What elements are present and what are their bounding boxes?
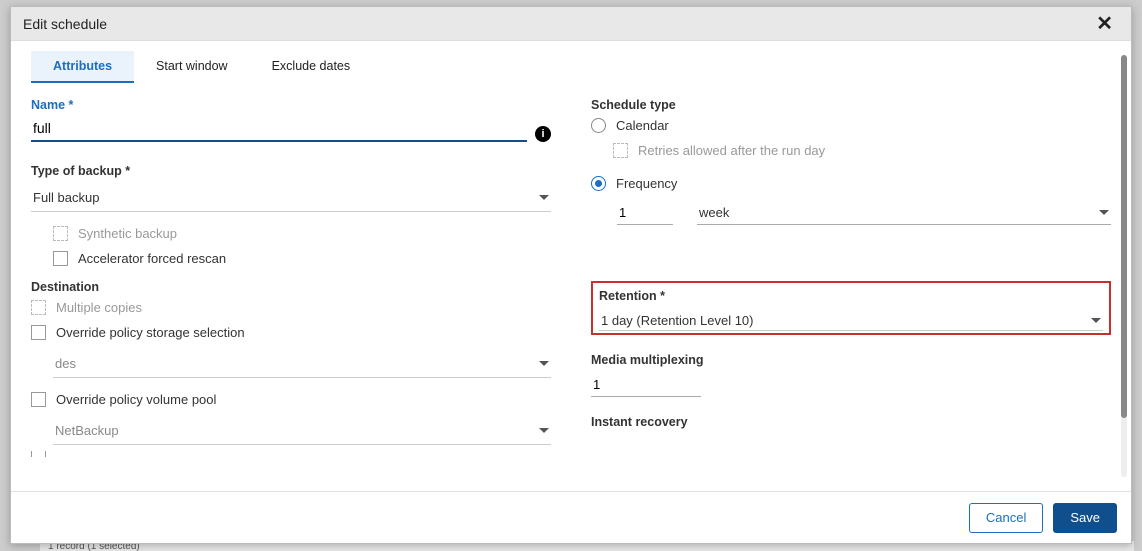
dialog-title: Edit schedule bbox=[23, 16, 107, 32]
schedule-type-label: Schedule type bbox=[591, 98, 1111, 112]
override-volume-row[interactable]: Override policy volume pool bbox=[31, 392, 551, 407]
synthetic-backup-label: Synthetic backup bbox=[78, 226, 177, 241]
type-of-backup-select[interactable]: Full backup bbox=[31, 184, 551, 212]
right-column: Schedule type Calendar Retries allowed a… bbox=[591, 98, 1111, 467]
synthetic-backup-row: Synthetic backup bbox=[53, 226, 551, 241]
tab-exclude-dates[interactable]: Exclude dates bbox=[250, 51, 373, 83]
frequency-radio[interactable] bbox=[591, 176, 606, 191]
info-icon[interactable]: i bbox=[535, 126, 551, 142]
type-of-backup-label: Type of backup * bbox=[31, 164, 551, 178]
save-button[interactable]: Save bbox=[1053, 503, 1117, 533]
accelerator-forced-rescan-checkbox[interactable] bbox=[53, 251, 68, 266]
cutoff-row[interactable] bbox=[31, 451, 551, 457]
destination-label: Destination bbox=[31, 280, 551, 294]
frequency-number-input[interactable] bbox=[617, 201, 673, 225]
dialog-body: Attributes Start window Exclude dates Na… bbox=[11, 41, 1131, 491]
calendar-radio-row[interactable]: Calendar bbox=[591, 118, 1111, 133]
multiple-copies-label: Multiple copies bbox=[56, 300, 142, 315]
cutoff-checkbox[interactable] bbox=[31, 451, 46, 457]
override-storage-label: Override policy storage selection bbox=[56, 325, 245, 340]
retries-checkbox bbox=[613, 143, 628, 158]
calendar-radio[interactable] bbox=[591, 118, 606, 133]
storage-selection-select: des bbox=[53, 350, 551, 378]
tab-start-window[interactable]: Start window bbox=[134, 51, 250, 83]
accelerator-forced-rescan-row[interactable]: Accelerator forced rescan bbox=[53, 251, 551, 266]
volume-pool-select: NetBackup bbox=[53, 417, 551, 445]
override-storage-checkbox[interactable] bbox=[31, 325, 46, 340]
chevron-down-icon bbox=[1091, 318, 1101, 323]
frequency-unit-select[interactable]: week bbox=[697, 201, 1111, 225]
volume-pool-value: NetBackup bbox=[55, 423, 119, 438]
multiple-copies-checkbox bbox=[31, 300, 46, 315]
calendar-radio-label: Calendar bbox=[616, 118, 669, 133]
close-icon[interactable]: ✕ bbox=[1090, 9, 1119, 38]
frequency-radio-label: Frequency bbox=[616, 176, 677, 191]
media-multiplexing-input[interactable] bbox=[591, 373, 701, 397]
retries-row: Retries allowed after the run day bbox=[613, 143, 1111, 158]
retries-label: Retries allowed after the run day bbox=[638, 143, 825, 158]
chevron-down-icon bbox=[539, 428, 549, 433]
retention-label: Retention * bbox=[599, 289, 1103, 303]
synthetic-backup-checkbox bbox=[53, 226, 68, 241]
edit-schedule-dialog: Edit schedule ✕ Attributes Start window … bbox=[10, 6, 1132, 544]
frequency-unit-value: week bbox=[699, 205, 729, 220]
name-field-label: Name * bbox=[31, 98, 551, 112]
left-column: Name * i Type of backup * Full backup bbox=[31, 98, 551, 467]
dialog-scrollarea: Attributes Start window Exclude dates Na… bbox=[11, 41, 1131, 491]
instant-recovery-label: Instant recovery bbox=[591, 415, 1111, 429]
multiple-copies-row: Multiple copies bbox=[31, 300, 551, 315]
tabs: Attributes Start window Exclude dates bbox=[31, 51, 1111, 84]
retention-value: 1 day (Retention Level 10) bbox=[601, 313, 753, 328]
dialog-footer: Cancel Save bbox=[11, 491, 1131, 543]
retention-select[interactable]: 1 day (Retention Level 10) bbox=[599, 307, 1103, 331]
override-volume-label: Override policy volume pool bbox=[56, 392, 216, 407]
override-storage-row[interactable]: Override policy storage selection bbox=[31, 325, 551, 340]
accelerator-forced-rescan-label: Accelerator forced rescan bbox=[78, 251, 226, 266]
name-input[interactable] bbox=[31, 116, 527, 142]
scrollbar-track[interactable] bbox=[1121, 55, 1127, 477]
chevron-down-icon bbox=[539, 361, 549, 366]
cancel-button[interactable]: Cancel bbox=[969, 503, 1043, 533]
frequency-radio-row[interactable]: Frequency bbox=[591, 176, 1111, 191]
chevron-down-icon bbox=[539, 195, 549, 200]
storage-selection-value: des bbox=[55, 356, 76, 371]
media-multiplexing-label: Media multiplexing bbox=[591, 353, 1111, 367]
type-of-backup-value: Full backup bbox=[33, 190, 99, 205]
dialog-titlebar: Edit schedule ✕ bbox=[11, 7, 1131, 41]
retention-highlight-box: Retention * 1 day (Retention Level 10) bbox=[591, 281, 1111, 335]
override-volume-checkbox[interactable] bbox=[31, 392, 46, 407]
tab-attributes[interactable]: Attributes bbox=[31, 51, 134, 83]
chevron-down-icon bbox=[1099, 210, 1109, 215]
scrollbar-thumb[interactable] bbox=[1121, 55, 1127, 418]
